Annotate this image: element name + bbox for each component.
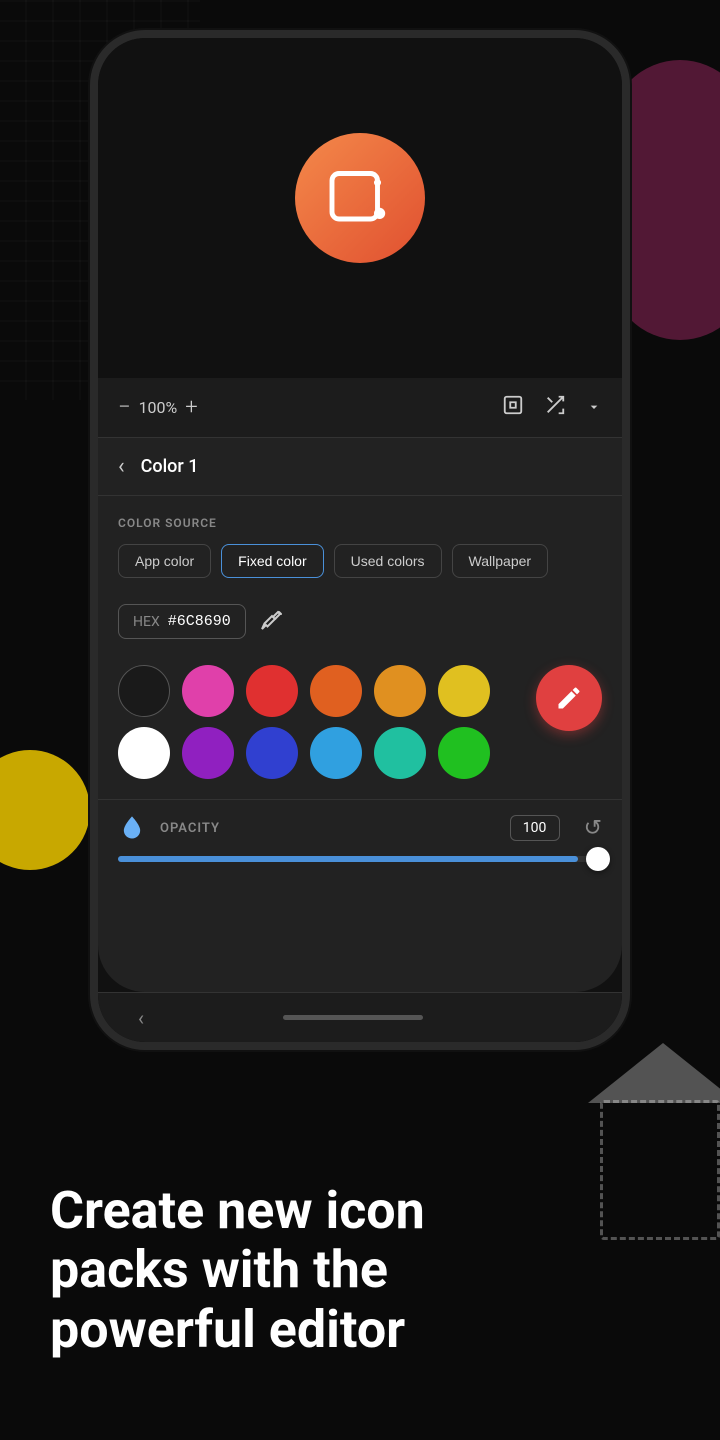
swatch-blue[interactable] [246, 727, 298, 779]
swatch-teal[interactable] [374, 727, 426, 779]
color-source-label: COLOR SOURCE [118, 516, 602, 530]
opacity-slider-thumb[interactable] [586, 847, 610, 871]
promo-heading: Create new icon packs with the powerful … [50, 1181, 520, 1360]
fit-screen-icon[interactable] [502, 394, 524, 421]
yellow-circle-decoration [0, 750, 90, 870]
zoom-minus-button[interactable]: − [118, 395, 131, 420]
more-dropdown-icon[interactable] [586, 396, 602, 420]
swatch-black[interactable] [118, 665, 170, 717]
opacity-header: OPACITY 100 ↺ [118, 814, 602, 842]
swatch-yellow[interactable] [438, 665, 490, 717]
toolbar-action-icons [502, 394, 602, 421]
panel-back-button[interactable]: ‹ [118, 454, 125, 479]
panel-header: ‹ Color 1 [98, 438, 622, 496]
tab-fixed-color[interactable]: Fixed color [221, 544, 323, 578]
app-icon [295, 133, 425, 263]
swatch-amber[interactable] [374, 665, 426, 717]
swatches-row-1 [118, 665, 602, 717]
phone-inner: − 100% + [98, 38, 622, 1042]
opacity-slider-fill [118, 856, 578, 862]
color-source-tabs: App color Fixed color Used colors Wallpa… [118, 544, 602, 578]
phone-frame: − 100% + [90, 30, 630, 1050]
opacity-label: OPACITY [160, 821, 496, 836]
opacity-droplet-icon [118, 814, 146, 842]
nav-back-arrow[interactable]: ‹ [138, 1006, 144, 1030]
toolbar: − 100% + [98, 378, 622, 438]
tab-used-colors[interactable]: Used colors [334, 544, 442, 578]
opacity-slider-track[interactable] [118, 856, 602, 862]
opacity-section: OPACITY 100 ↺ [98, 799, 622, 882]
zoom-plus-button[interactable]: + [185, 395, 197, 420]
swatch-pink[interactable] [182, 665, 234, 717]
tab-app-color[interactable]: App color [118, 544, 211, 578]
nav-home-indicator[interactable] [283, 1015, 423, 1020]
shuffle-icon[interactable] [544, 394, 566, 421]
app-icon-svg [325, 163, 395, 233]
opacity-value: 100 [510, 815, 560, 841]
tab-wallpaper[interactable]: Wallpaper [452, 544, 549, 578]
pencil-icon [555, 684, 583, 712]
swatch-sky[interactable] [310, 727, 362, 779]
edit-color-fab[interactable] [536, 665, 602, 731]
color-swatches-section [98, 655, 622, 799]
zoom-controls: − 100% + [118, 395, 490, 420]
color-panel: ‹ Color 1 COLOR SOURCE App color Fixed c… [98, 438, 622, 992]
panel-title: Color 1 [141, 456, 199, 477]
dashed-house-decoration [600, 1100, 720, 1240]
navigation-bar: ‹ [98, 992, 622, 1042]
color-source-section: COLOR SOURCE App color Fixed color Used … [98, 496, 622, 588]
hex-input-group: HEX #6C8690 [118, 604, 246, 639]
app-preview-area [98, 38, 622, 378]
hex-label: HEX [133, 614, 160, 630]
swatches-row-2 [118, 727, 602, 779]
swatch-orange[interactable] [310, 665, 362, 717]
bottom-promo-text: Create new icon packs with the powerful … [50, 1181, 520, 1360]
swatch-green[interactable] [438, 727, 490, 779]
hex-value: #6C8690 [168, 613, 231, 630]
opacity-reset-button[interactable]: ↺ [584, 816, 602, 841]
zoom-value: 100% [139, 398, 178, 417]
hex-input-section: HEX #6C8690 [98, 588, 622, 655]
swatch-white[interactable] [118, 727, 170, 779]
swatch-red[interactable] [246, 665, 298, 717]
swatch-purple[interactable] [182, 727, 234, 779]
eyedropper-button[interactable] [260, 607, 284, 637]
